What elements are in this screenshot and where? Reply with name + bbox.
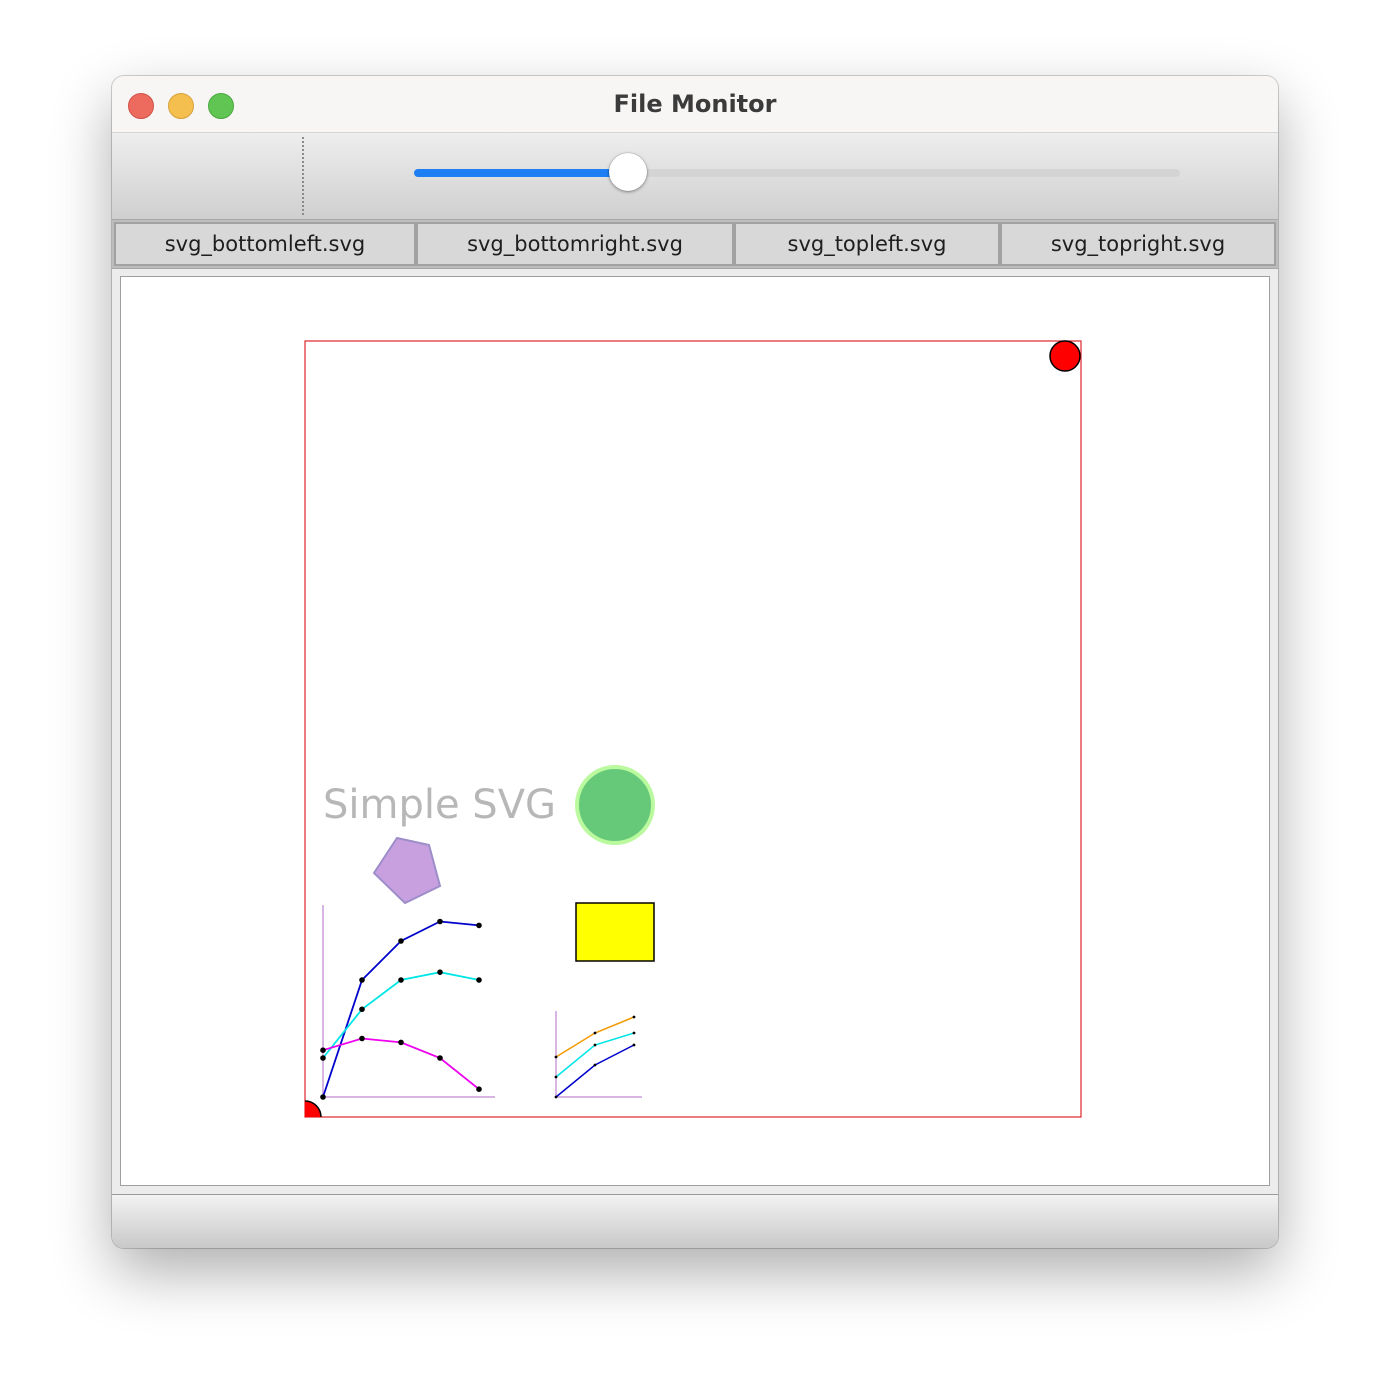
toolbar	[112, 133, 1278, 219]
chart-data-point	[476, 922, 482, 929]
line-chart-small	[554, 1011, 642, 1099]
green-circle	[575, 765, 655, 845]
chart-data-point	[476, 977, 482, 983]
file-tabs: svg_bottomleft.svg svg_bottomright.svg s…	[112, 219, 1278, 269]
chart-data-point	[320, 1055, 326, 1061]
title-bar: File Monitor	[112, 76, 1278, 133]
slider-thumb[interactable]	[609, 153, 648, 191]
chart-data-point	[437, 1055, 443, 1061]
chart-data-point	[398, 1039, 404, 1046]
chart-data-point	[437, 969, 443, 975]
window-title: File Monitor	[613, 90, 777, 118]
app-window: File Monitor svg_bottomleft.svg svg_bott…	[112, 76, 1278, 1248]
tab-svg-bottomleft[interactable]: svg_bottomleft.svg	[114, 222, 416, 266]
chart-series-line	[322, 1037, 480, 1090]
svg-canvas: Simple SVG	[304, 340, 1082, 1118]
tab-svg-topleft[interactable]: svg_topleft.svg	[734, 222, 1000, 266]
chart-data-point	[554, 1055, 558, 1059]
chart-data-point	[398, 938, 404, 944]
svg-viewer: Simple SVG	[120, 276, 1270, 1186]
chart-data-point	[632, 1015, 636, 1019]
chart-data-point	[437, 918, 443, 925]
line-chart-large	[320, 905, 495, 1100]
chart-data-point	[398, 977, 404, 983]
chart-data-point	[320, 1094, 326, 1100]
chart-data-point	[632, 1031, 636, 1035]
chart-series-line	[555, 1032, 635, 1078]
chart-data-point	[593, 1031, 597, 1035]
chart-data-point	[359, 977, 365, 983]
svg-frame	[304, 340, 1082, 1118]
toolbar-separator	[302, 137, 304, 215]
slider-fill	[414, 169, 629, 177]
simple-svg-text: Simple SVG	[323, 782, 556, 828]
chart-data-point	[632, 1043, 636, 1047]
chart-data-point	[554, 1075, 558, 1079]
chart-data-point	[593, 1063, 597, 1067]
chart-data-point	[320, 1047, 326, 1053]
tab-svg-bottomright[interactable]: svg_bottomright.svg	[416, 222, 734, 266]
corner-marker-bottom-left	[305, 1100, 322, 1117]
tab-svg-topright[interactable]: svg_topright.svg	[1000, 222, 1276, 266]
purple-polygon	[372, 836, 442, 905]
chart-data-point	[359, 1035, 365, 1042]
chart-data-point	[359, 1006, 365, 1013]
chart-data-point	[476, 1086, 482, 1092]
zoom-slider[interactable]	[414, 153, 1180, 191]
chart-series-line	[555, 1044, 635, 1098]
chart-data-point	[554, 1095, 558, 1099]
chart-data-point	[593, 1043, 597, 1047]
yellow-rectangle	[575, 902, 655, 962]
status-bar	[112, 1194, 1278, 1248]
corner-marker-top-right	[1049, 340, 1081, 372]
